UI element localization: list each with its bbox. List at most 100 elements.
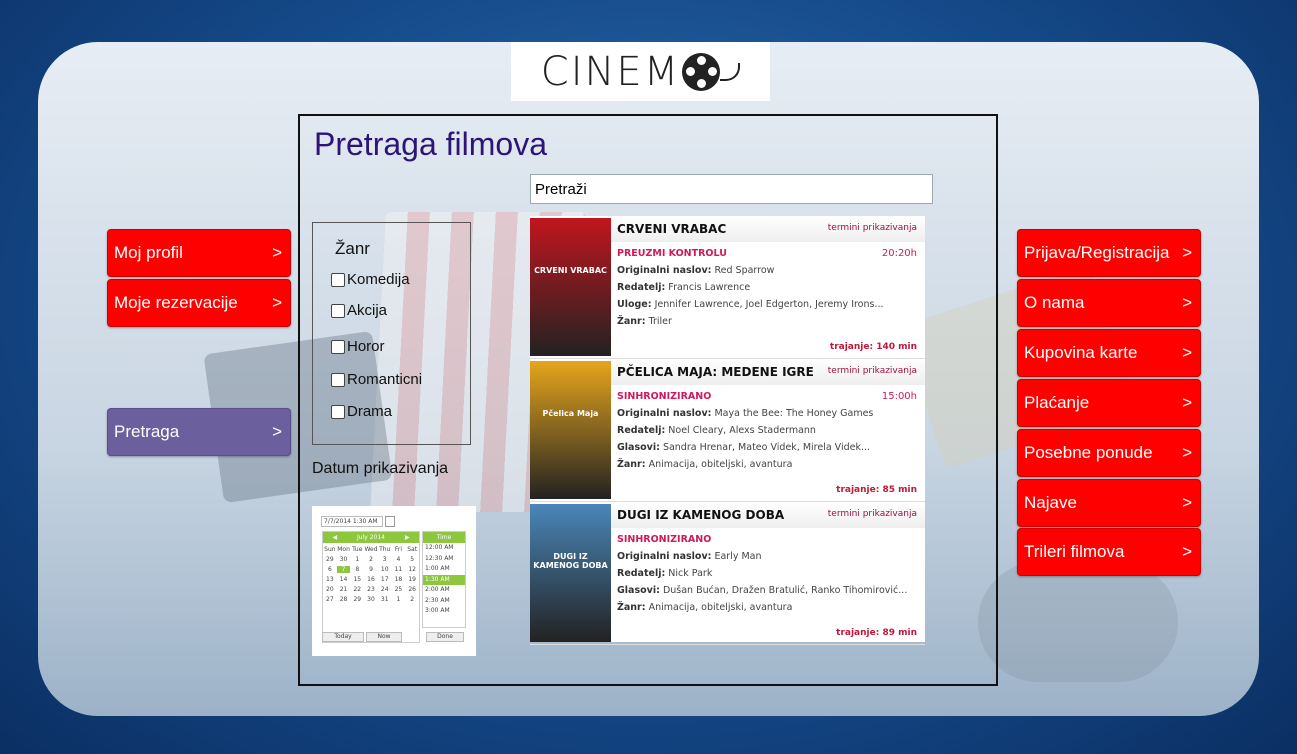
chevron-right-icon: > <box>272 293 282 312</box>
time-option[interactable]: 12:00 AM <box>423 543 465 554</box>
time-option[interactable]: 3:00 AM <box>423 606 465 617</box>
next-month-icon[interactable]: ▶ <box>405 534 410 541</box>
calendar-day[interactable]: 6 <box>323 566 337 573</box>
calendar-day[interactable]: 24 <box>378 586 392 593</box>
menu-moj-profil[interactable]: Moj profil > <box>107 229 291 277</box>
movie-title[interactable]: DUGI IZ KAMENOG DOBA <box>617 508 784 522</box>
prev-month-icon[interactable]: ◀ <box>332 534 337 541</box>
genre-option-akcija[interactable]: Akcija <box>331 302 387 319</box>
calendar-day[interactable]: 7 <box>336 566 351 573</box>
genre-option-horor[interactable]: Horor <box>331 338 385 355</box>
menu-label: Kupovina karte <box>1024 343 1138 362</box>
time-option[interactable]: 1:00 AM <box>423 564 465 575</box>
now-button[interactable]: Now <box>366 632 402 642</box>
poster-title: DUGI IZ KAMENOG DOBA <box>533 552 608 570</box>
menu-label: Prijava/Registracija <box>1024 243 1170 262</box>
calendar-day[interactable]: 15 <box>350 576 364 583</box>
calendar-day[interactable]: 9 <box>364 566 378 573</box>
menu-najave[interactable]: Najave > <box>1017 479 1201 527</box>
done-button[interactable]: Done <box>426 632 464 642</box>
calendar-day[interactable]: 28 <box>337 596 351 603</box>
movie-card[interactable]: CRVENI VRABAC CRVENI VRABAC termini prik… <box>530 216 925 359</box>
calendar-day[interactable]: 30 <box>364 596 378 603</box>
showtimes-link[interactable]: termini prikazivanja <box>828 223 917 233</box>
calendar-day[interactable]: 30 <box>337 556 351 563</box>
calendar-day[interactable]: 3 <box>378 556 392 563</box>
calendar-day[interactable]: 8 <box>350 566 364 573</box>
calendar-day[interactable]: 22 <box>350 586 364 593</box>
menu-label: Moj profil <box>114 243 183 262</box>
showtimes-link[interactable]: termini prikazivanja <box>828 509 917 519</box>
calendar-day[interactable]: 17 <box>378 576 392 583</box>
time-option[interactable]: 2:00 AM <box>423 585 465 596</box>
calendar-day[interactable]: 27 <box>323 596 337 603</box>
time-option[interactable]: 2:30 AM <box>423 596 465 607</box>
menu-placanje[interactable]: Plaćanje > <box>1017 379 1201 427</box>
time-option[interactable]: 12:30 AM <box>423 554 465 565</box>
menu-label: Pretraga <box>114 422 180 441</box>
calendar-day[interactable]: 12 <box>405 566 419 573</box>
time-option[interactable]: 1:30 AM <box>423 574 465 585</box>
calendar-day[interactable]: 4 <box>392 556 406 563</box>
calendar-day[interactable]: 2 <box>364 556 378 563</box>
menu-kupovina-karte[interactable]: Kupovina karte > <box>1017 329 1201 377</box>
calendar-icon[interactable] <box>385 516 395 527</box>
movie-poster[interactable]: CRVENI VRABAC <box>530 218 611 356</box>
calendar-day[interactable]: 29 <box>350 596 364 603</box>
calendar-day[interactable]: 13 <box>323 576 337 583</box>
checkbox[interactable] <box>331 404 345 419</box>
calendar-day[interactable]: 16 <box>364 576 378 583</box>
calendar-day[interactable]: 1 <box>392 596 406 603</box>
menu-label: Najave <box>1024 493 1077 512</box>
calendar-day[interactable]: 19 <box>405 576 419 583</box>
checkbox[interactable] <box>331 339 345 354</box>
calendar-day[interactable]: 23 <box>364 586 378 593</box>
reel-tail-icon <box>720 62 741 81</box>
calendar-day[interactable]: 31 <box>378 596 392 603</box>
movie-title[interactable]: PČELICA MAJA: MEDENE IGRE <box>617 365 814 379</box>
date-label: Datum prikazivanja <box>312 460 449 477</box>
date-input[interactable]: 7/7/2014 1:30 AM <box>321 516 383 527</box>
genre-title: Žanr <box>335 239 370 258</box>
genre-option-komedija[interactable]: Komedija <box>331 271 410 288</box>
calendar-day[interactable]: 5 <box>405 556 419 563</box>
search-input[interactable] <box>530 174 933 204</box>
calendar-day[interactable]: 25 <box>392 586 406 593</box>
poster-title: Pčelica Maja <box>542 409 599 418</box>
showtime[interactable]: 20:20h <box>882 248 917 259</box>
movie-title[interactable]: CRVENI VRABAC <box>617 222 726 236</box>
checkbox[interactable] <box>331 303 345 318</box>
checkbox[interactable] <box>331 272 345 287</box>
calendar-day[interactable]: 18 <box>392 576 406 583</box>
showtimes-link[interactable]: termini prikazivanja <box>828 366 917 376</box>
checkbox[interactable] <box>331 372 345 387</box>
calendar-day[interactable]: 2 <box>405 596 419 603</box>
menu-o-nama[interactable]: O nama > <box>1017 279 1201 327</box>
calendar-day[interactable]: 26 <box>405 586 419 593</box>
genre-option-romanticni[interactable]: Romanticni <box>331 371 422 388</box>
showtime[interactable]: 15:00h <box>882 391 917 402</box>
genre-label: Horor <box>347 338 385 355</box>
menu-trileri-filmova[interactable]: Trileri filmova > <box>1017 528 1201 576</box>
detail-label: Redatelj: <box>617 282 666 293</box>
calendar-day[interactable]: 21 <box>337 586 351 593</box>
calendar-day[interactable]: 20 <box>323 586 337 593</box>
calendar-day[interactable]: 10 <box>378 566 392 573</box>
movie-card[interactable]: Pčelica Maja PČELICA MAJA: MEDENE IGRE t… <box>530 359 925 502</box>
movie-poster[interactable]: Pčelica Maja <box>530 361 611 499</box>
movie-poster[interactable]: DUGI IZ KAMENOG DOBA <box>530 504 611 642</box>
calendar-day[interactable]: 14 <box>337 576 351 583</box>
movie-card[interactable]: DUGI IZ KAMENOG DOBA DUGI IZ KAMENOG DOB… <box>530 502 925 645</box>
menu-pretraga[interactable]: Pretraga > <box>107 408 291 456</box>
genre-label: Komedija <box>347 271 410 288</box>
menu-moje-rezervacije[interactable]: Moje rezervacije > <box>107 279 291 327</box>
calendar-day[interactable]: 29 <box>323 556 337 563</box>
menu-prijava-registracija[interactable]: Prijava/Registracija > <box>1017 229 1201 277</box>
today-button[interactable]: Today <box>322 632 364 642</box>
detail-value: Maya the Bee: The Honey Games <box>714 408 874 419</box>
menu-posebne-ponude[interactable]: Posebne ponude > <box>1017 429 1201 477</box>
cinema-logo[interactable]: CINEM <box>511 42 770 101</box>
calendar-day[interactable]: 1 <box>350 556 364 563</box>
genre-option-drama[interactable]: Drama <box>331 403 392 420</box>
calendar-day[interactable]: 11 <box>392 566 406 573</box>
